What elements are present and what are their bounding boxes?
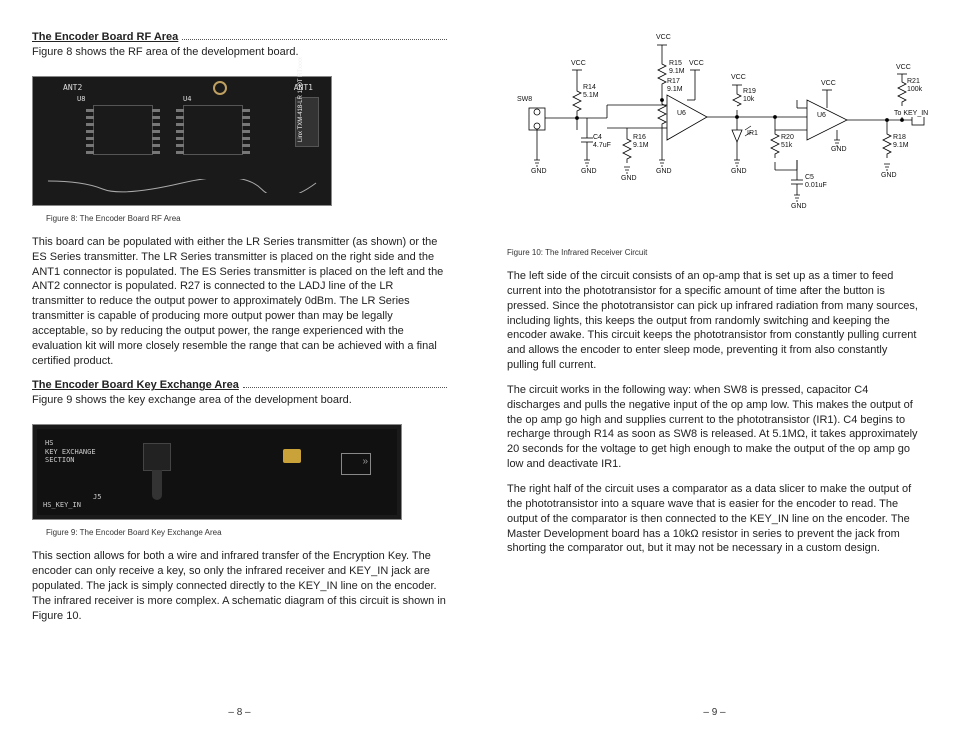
- part-r19-ref: R19: [743, 88, 756, 95]
- net-gnd-3: GND: [621, 175, 637, 182]
- chip-label: Linx TXM-418-LR 1LOT RTxxxx: [298, 57, 304, 142]
- net-gnd-1: GND: [531, 168, 547, 175]
- part-c4-val: 4.7uF: [593, 142, 611, 149]
- part-r18-ref: R18: [893, 134, 906, 141]
- audio-jack-icon: [143, 443, 171, 471]
- part-r16-val: 9.1M: [633, 142, 649, 149]
- key-intro-text: Figure 9 shows the key exchange area of …: [32, 393, 447, 408]
- part-r17-val: 9.1M: [667, 86, 683, 93]
- net-vcc-1: VCC: [571, 60, 586, 67]
- figure-8-caption: Figure 8: The Encoder Board RF Area: [46, 214, 447, 223]
- part-c5-ref: C5: [805, 174, 814, 181]
- tact-button-icon: [283, 449, 301, 463]
- silkscreen-hskeyin: HS_KEY_IN: [43, 501, 81, 509]
- part-u6a: U6: [677, 110, 686, 117]
- figure-10-caption: Figure 10: The Infrared Receiver Circuit: [507, 248, 922, 257]
- silkscreen-j5: J5: [93, 493, 101, 501]
- net-keyin: To KEY_IN: [893, 110, 929, 117]
- part-c4-ref: C4: [593, 134, 602, 141]
- figure-9-caption: Figure 9: The Encoder Board Key Exchange…: [46, 528, 447, 537]
- figure-9-image: HS KEY EXCHANGE SECTION J5 HS_KEY_IN: [32, 424, 402, 520]
- key-body-text: This section allows for both a wire and …: [32, 549, 447, 623]
- part-r15-val: 9.1M: [669, 68, 685, 75]
- part-c5-val: 0.01uF: [805, 182, 827, 189]
- net-gnd-7: GND: [831, 146, 847, 153]
- ir-module-icon: [341, 453, 371, 475]
- silkscreen-u4: U4: [183, 95, 191, 103]
- part-r16-ref: R16: [633, 134, 646, 141]
- part-r17-ref: R17: [667, 78, 680, 85]
- rf-body-text: This board can be populated with either …: [32, 235, 447, 369]
- circuit-desc-2: The circuit works in the following way: …: [507, 383, 922, 472]
- part-r14-ref: R14: [583, 84, 596, 91]
- net-gnd-6: GND: [791, 203, 807, 210]
- footprint-right-icon: [183, 105, 243, 155]
- net-gnd-4: GND: [656, 168, 672, 175]
- circuit-desc-3: The right half of the circuit uses a com…: [507, 482, 922, 556]
- net-gnd-5: GND: [731, 168, 747, 175]
- figure-8-image: ANT2 ANT1 U8 U4 Linx TXM-418-LR 1LOT RTx…: [32, 76, 332, 206]
- part-r15-ref: R15: [669, 60, 682, 67]
- part-r14-val: 5.1M: [583, 92, 599, 99]
- silkscreen-u8: U8: [77, 95, 85, 103]
- part-r20-ref: R20: [781, 134, 794, 141]
- sma-connector-icon: [213, 81, 227, 95]
- rf-intro-text: Figure 8 shows the RF area of the develo…: [32, 45, 447, 60]
- part-r19-val: 10k: [743, 96, 754, 103]
- part-r18-val: 9.1M: [893, 142, 909, 149]
- net-vcc-4: VCC: [731, 74, 746, 81]
- footprint-left-icon: [93, 105, 153, 155]
- heading-key-exchange-text: The Encoder Board Key Exchange Area: [32, 379, 239, 391]
- part-u6b: U6: [817, 112, 826, 119]
- heading-rf-area-text: The Encoder Board RF Area: [32, 31, 178, 43]
- part-r21-ref: R21: [907, 78, 920, 85]
- net-vcc-2: VCC: [656, 34, 671, 41]
- silkscreen-hs: HS KEY EXCHANGE SECTION: [45, 439, 96, 464]
- page-right: VCC VCC VCC VCC VCC VCC SW8 R14 5.1M C4 …: [477, 30, 922, 718]
- figure-10-schematic: VCC VCC VCC VCC VCC VCC SW8 R14 5.1M C4 …: [507, 30, 927, 240]
- page-number-right: – 9 –: [507, 707, 922, 718]
- net-vcc-5: VCC: [821, 80, 836, 87]
- page-number-left: – 8 –: [32, 707, 447, 718]
- net-gnd-8: GND: [881, 172, 897, 179]
- part-r20-val: 51k: [781, 142, 792, 149]
- circuit-desc-1: The left side of the circuit consists of…: [507, 269, 922, 373]
- net-gnd-2: GND: [581, 168, 597, 175]
- net-vcc-6: VCC: [896, 64, 911, 71]
- silkscreen-ant2: ANT2: [63, 83, 82, 92]
- transmitter-chip-icon: Linx TXM-418-LR 1LOT RTxxxx: [295, 97, 319, 147]
- heading-key-exchange: The Encoder Board Key Exchange Area: [32, 378, 447, 393]
- part-ir1: IR1: [747, 130, 758, 137]
- page-left: The Encoder Board RF Area Figure 8 shows…: [32, 30, 477, 718]
- trace-icon: [43, 179, 321, 193]
- heading-dots: [182, 30, 447, 40]
- heading-dots-2: [243, 378, 447, 388]
- heading-rf-area: The Encoder Board RF Area: [32, 30, 447, 45]
- part-sw8: SW8: [517, 96, 532, 103]
- part-r21-val: 100k: [907, 86, 922, 93]
- net-vcc-3: VCC: [689, 60, 704, 67]
